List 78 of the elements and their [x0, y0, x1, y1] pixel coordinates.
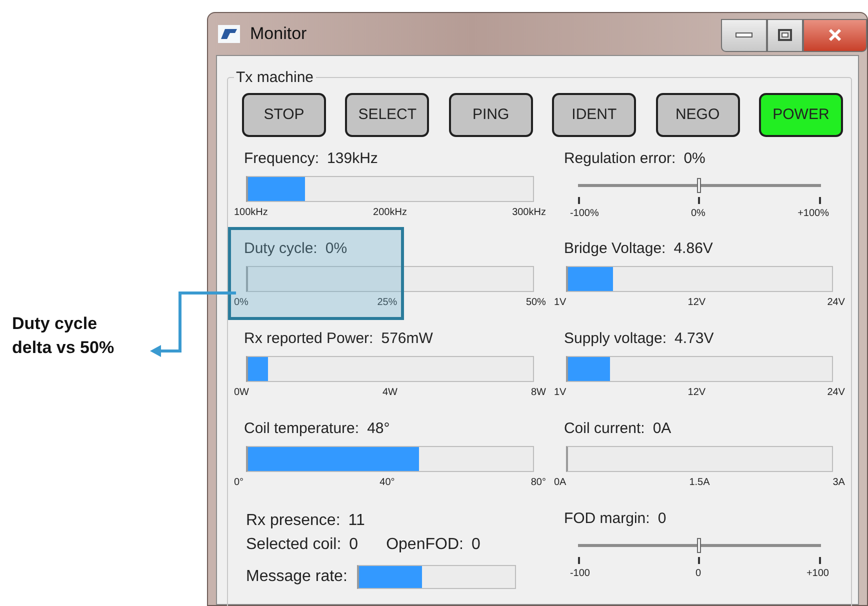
scale-label: 24V — [827, 297, 845, 309]
meter-label: Rx reported Power: — [244, 330, 374, 347]
tick-mark — [819, 557, 821, 564]
state-button[interactable]: NEGO — [656, 93, 740, 137]
meter-reading: 0A — [652, 420, 672, 437]
close-button[interactable] — [803, 18, 867, 52]
tick-mark — [819, 197, 821, 204]
scale-label: 12V — [688, 297, 706, 309]
app-logo-icon — [218, 25, 240, 43]
meter-reading: 0 — [658, 510, 666, 527]
meter-reading: 576mW — [381, 330, 433, 347]
scale-label: 0 — [695, 568, 701, 580]
slider-track[interactable] — [578, 175, 821, 195]
status-label: Rx presence: — [246, 512, 340, 529]
scale-label: -100% — [570, 208, 599, 220]
status-label: Selected coil: — [246, 536, 342, 553]
scale-label: 0A — [554, 477, 566, 489]
meter-reading: 48° — [367, 420, 390, 437]
slider-thumb[interactable] — [697, 178, 702, 193]
scale-label: 1.5A — [689, 477, 710, 489]
meter-label: Frequency: — [244, 150, 320, 167]
meter-label: Coil temperature: — [244, 420, 360, 437]
scale-label: 8W — [530, 387, 546, 399]
state-button[interactable]: SELECT — [345, 93, 430, 137]
status-label: OpenFOD: — [386, 536, 464, 553]
scale-label: 12V — [688, 387, 706, 399]
scale-label: 24V — [827, 387, 845, 399]
scale-label: 0W — [234, 387, 249, 399]
minimize-button[interactable] — [721, 18, 767, 52]
status-value: 11 — [348, 512, 365, 529]
scale-label: 1V — [554, 297, 566, 309]
meter-label: Duty cycle: — [244, 240, 318, 257]
scale-label: +100% — [798, 208, 829, 220]
annotation-text: Duty cycle delta vs 50% — [12, 313, 116, 359]
tick-mark — [698, 557, 700, 564]
scale-label: 300kHz — [512, 207, 546, 219]
meter-label: Regulation error: — [564, 150, 676, 167]
meter-reading: 4.73V — [674, 330, 714, 347]
scale-label: 25% — [377, 297, 398, 309]
scale-label: 80° — [530, 477, 546, 489]
meter-label: Supply voltage: — [564, 330, 667, 347]
meter-label: FOD margin: — [564, 510, 650, 527]
scale-label: 0° — [234, 477, 244, 489]
scale-label: 100kHz — [234, 207, 268, 219]
slider-thumb[interactable] — [697, 538, 702, 553]
minimize-icon — [735, 32, 753, 38]
scale-label: 3A — [832, 477, 845, 489]
scale-label: -100 — [570, 568, 590, 580]
scale-label: +100 — [806, 568, 829, 580]
status-label: Message rate: — [246, 567, 348, 587]
scale-label: 200kHz — [373, 207, 407, 219]
meter-reading: 4.86V — [674, 240, 713, 257]
meter-reading: 0% — [325, 240, 348, 257]
window-title: Monitor — [250, 23, 307, 46]
state-button[interactable]: IDENT — [552, 93, 636, 137]
maximize-button[interactable] — [767, 18, 803, 52]
meter-reading: 139kHz — [327, 150, 378, 167]
meter-label: Bridge Voltage: — [564, 240, 666, 257]
maximize-icon — [778, 29, 792, 41]
scale-label: 0% — [691, 208, 706, 220]
state-button[interactable]: STOP — [242, 93, 326, 137]
scale-label: 0% — [234, 297, 248, 309]
close-icon — [828, 28, 842, 42]
tick-mark — [578, 557, 580, 564]
scale-label: 1V — [554, 387, 566, 399]
slider-track[interactable] — [578, 535, 821, 555]
tick-mark — [698, 197, 700, 204]
state-button[interactable]: PING — [448, 93, 533, 137]
scale-label: 40° — [380, 477, 395, 489]
meter-reading: 0% — [684, 150, 706, 167]
state-button[interactable]: POWER — [758, 93, 843, 137]
status-value: 0 — [471, 536, 480, 553]
scale-label: 4W — [382, 387, 398, 399]
scale-label: 50% — [526, 297, 546, 309]
tick-mark — [578, 197, 580, 204]
status-value: 0 — [349, 536, 358, 553]
group-title: Tx machine — [235, 70, 315, 85]
meter-label: Coil current: — [564, 420, 645, 437]
